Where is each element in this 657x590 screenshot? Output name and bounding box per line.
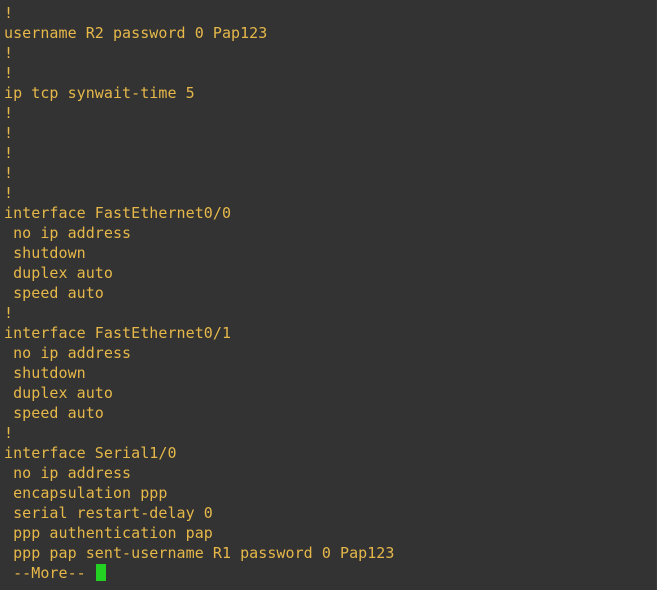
terminal-line: encapsulation ppp [4, 484, 168, 502]
cursor-block-icon [95, 564, 106, 581]
terminal-line: no ip address [4, 344, 132, 362]
terminal-line: interface Serial1/0 [4, 444, 177, 462]
terminal-line: no ip address [4, 464, 132, 482]
terminal-line: duplex auto [4, 384, 113, 402]
terminal-line: ! [4, 144, 14, 162]
more-prompt-line[interactable]: --More-- [4, 563, 657, 583]
terminal-window[interactable]: ! username R2 password 0 Pap123 ! ! ip t… [0, 0, 657, 590]
terminal-line: speed auto [4, 284, 104, 302]
terminal-line: duplex auto [4, 264, 113, 282]
terminal-line: ! [4, 124, 14, 142]
terminal-line: ppp authentication pap [4, 524, 213, 542]
terminal-line: ! [4, 64, 14, 82]
terminal-line: ppp pap sent-username R1 password 0 Pap1… [4, 544, 395, 562]
terminal-line: ! [4, 304, 14, 322]
terminal-line: speed auto [4, 404, 104, 422]
terminal-line: ! [4, 164, 14, 182]
terminal-line: ! [4, 104, 14, 122]
terminal-line: interface FastEthernet0/0 [4, 204, 232, 222]
terminal-line: ! [4, 44, 14, 62]
terminal-line: serial restart-delay 0 [4, 504, 213, 522]
terminal-line: ip tcp synwait-time 5 [4, 84, 195, 102]
terminal-line: no ip address [4, 224, 132, 242]
terminal-line: shutdown [4, 244, 86, 262]
terminal-line: ! [4, 424, 14, 442]
terminal-line: interface FastEthernet0/1 [4, 324, 232, 342]
more-prompt: --More-- [4, 564, 95, 582]
terminal-line: shutdown [4, 364, 86, 382]
terminal-line: username R2 password 0 Pap123 [4, 24, 268, 42]
terminal-line: ! [4, 4, 14, 22]
terminal-line: ! [4, 184, 14, 202]
